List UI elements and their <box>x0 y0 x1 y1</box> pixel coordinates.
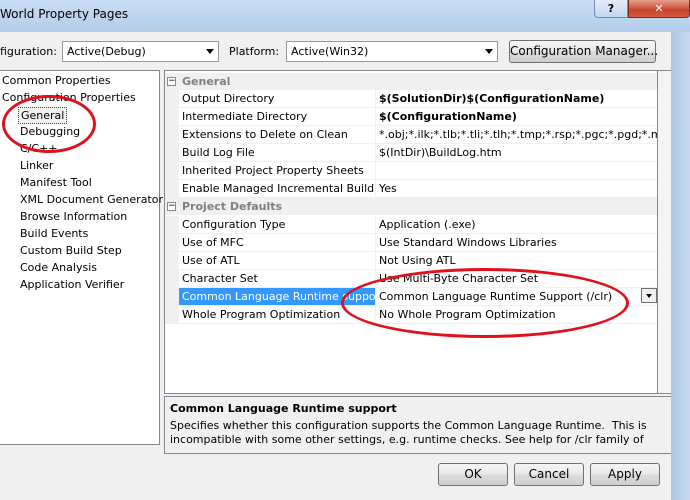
property-value[interactable]: *.obj;*.ilk;*.tlb;*.tli;*.tlh;*.tmp;*.rs… <box>376 126 657 144</box>
property-value[interactable]: Application (.exe) <box>376 216 657 234</box>
help-button[interactable]: ? <box>594 0 628 18</box>
category-label: General <box>182 75 231 88</box>
grid-row-clr-support[interactable]: Common Language Runtime support Common L… <box>165 288 657 306</box>
tree-item-common-properties[interactable]: Common Properties <box>2 73 111 90</box>
grid-row-use-of-mfc[interactable]: Use of MFC Use Standard Windows Librarie… <box>165 234 657 252</box>
close-button[interactable]: ✕ <box>628 0 690 18</box>
grid-row-output-directory[interactable]: Output Directory $(SolutionDir)$(Configu… <box>165 90 657 108</box>
grid-scroll-area <box>658 70 671 394</box>
property-name: Use of ATL <box>179 252 376 270</box>
property-name: Whole Program Optimization <box>179 306 376 324</box>
property-value[interactable]: No Whole Program Optimization <box>376 306 657 324</box>
property-tree[interactable]: Common Properties Configuration Properti… <box>0 70 163 445</box>
category-project-defaults[interactable]: − Project Defaults <box>165 198 657 215</box>
category-general[interactable]: − General <box>165 73 657 90</box>
tree-item-build-events[interactable]: Build Events <box>20 226 88 243</box>
property-value[interactable]: Not Using ATL <box>376 252 657 270</box>
tree-item-general[interactable]: General <box>18 107 68 124</box>
category-label: Project Defaults <box>182 200 283 213</box>
configuration-manager-button[interactable]: Configuration Manager... <box>509 40 658 63</box>
grid-row-intermediate-directory[interactable]: Intermediate Directory $(ConfigurationNa… <box>165 108 657 126</box>
grid-row-whole-program-optimization[interactable]: Whole Program Optimization No Whole Prog… <box>165 306 657 324</box>
tree-item-xml-document-generator[interactable]: XML Document Generator <box>20 192 163 209</box>
ok-button[interactable]: OK <box>438 463 508 486</box>
tree-item-debugging[interactable]: Debugging <box>20 124 80 141</box>
property-value[interactable] <box>376 162 657 180</box>
collapse-icon[interactable]: − <box>167 202 176 211</box>
configuration-value: Active(Debug) <box>67 45 146 58</box>
property-name: Intermediate Directory <box>179 108 376 126</box>
grid-row-inherited-property-sheets[interactable]: Inherited Project Property Sheets <box>165 162 657 180</box>
clr-dropdown-button[interactable] <box>641 288 657 303</box>
grid-row-character-set[interactable]: Character Set Use Multi-Byte Character S… <box>165 270 657 288</box>
chevron-down-icon <box>646 294 652 298</box>
grid-row-use-of-atl[interactable]: Use of ATL Not Using ATL <box>165 252 657 270</box>
platform-value: Active(Win32) <box>291 45 369 58</box>
platform-label: Platform: <box>229 45 280 58</box>
configuration-select[interactable]: Active(Debug) <box>62 41 219 62</box>
apply-button[interactable]: Apply <box>590 463 660 486</box>
tree-item-browse-information[interactable]: Browse Information <box>20 209 127 226</box>
tree-item-application-verifier[interactable]: Application Verifier <box>20 277 124 294</box>
property-grid[interactable]: − General Output Directory $(SolutionDir… <box>164 70 658 394</box>
chevron-down-icon <box>485 49 493 54</box>
property-name: Build Log File <box>179 144 376 162</box>
property-name: Common Language Runtime support <box>179 288 376 306</box>
property-value[interactable]: Use Standard Windows Libraries <box>376 234 657 252</box>
tree-item-custom-build-step[interactable]: Custom Build Step <box>20 243 122 260</box>
grid-row-configuration-type[interactable]: Configuration Type Application (.exe) <box>165 216 657 234</box>
description-text: Specifies whether this configuration sup… <box>170 419 647 449</box>
window-frame <box>671 32 690 500</box>
property-name: Enable Managed Incremental Build <box>179 180 376 198</box>
title-bar[interactable]: World Property Pages ? ✕ <box>0 0 690 32</box>
property-name: Output Directory <box>179 90 376 108</box>
property-value[interactable]: $(ConfigurationName) <box>376 108 657 126</box>
property-name: Character Set <box>179 270 376 288</box>
property-value[interactable]: Common Language Runtime Support (/clr) <box>376 288 657 306</box>
grid-row-extensions-to-delete[interactable]: Extensions to Delete on Clean *.obj;*.il… <box>165 126 657 144</box>
property-name: Configuration Type <box>179 216 376 234</box>
tree-item-code-analysis[interactable]: Code Analysis <box>20 260 97 277</box>
tree-item-configuration-properties[interactable]: Configuration Properties <box>2 90 136 107</box>
property-value[interactable]: $(SolutionDir)$(ConfigurationName) <box>376 90 657 108</box>
property-value[interactable]: $(IntDir)\BuildLog.htm <box>376 144 657 162</box>
chevron-down-icon <box>206 49 214 54</box>
tree-item-c-cpp[interactable]: C/C++ <box>20 141 58 158</box>
tree-item-manifest-tool[interactable]: Manifest Tool <box>20 175 92 192</box>
platform-select[interactable]: Active(Win32) <box>286 41 498 62</box>
property-name: Inherited Project Property Sheets <box>179 162 376 180</box>
grid-row-managed-incremental-build[interactable]: Enable Managed Incremental Build Yes <box>165 180 657 198</box>
cancel-button[interactable]: Cancel <box>514 463 584 486</box>
property-name: Extensions to Delete on Clean <box>179 126 376 144</box>
tree-item-linker[interactable]: Linker <box>20 158 53 175</box>
window-title: World Property Pages <box>0 7 129 21</box>
grid-row-build-log-file[interactable]: Build Log File $(IntDir)\BuildLog.htm <box>165 144 657 162</box>
configuration-label: figuration: <box>0 45 57 58</box>
collapse-icon[interactable]: − <box>167 77 176 86</box>
property-value[interactable]: Yes <box>376 180 657 198</box>
property-name: Use of MFC <box>179 234 376 252</box>
description-title: Common Language Runtime support <box>170 402 397 415</box>
description-panel: Common Language Runtime support Specifie… <box>164 396 671 454</box>
property-value[interactable]: Use Multi-Byte Character Set <box>376 270 657 288</box>
